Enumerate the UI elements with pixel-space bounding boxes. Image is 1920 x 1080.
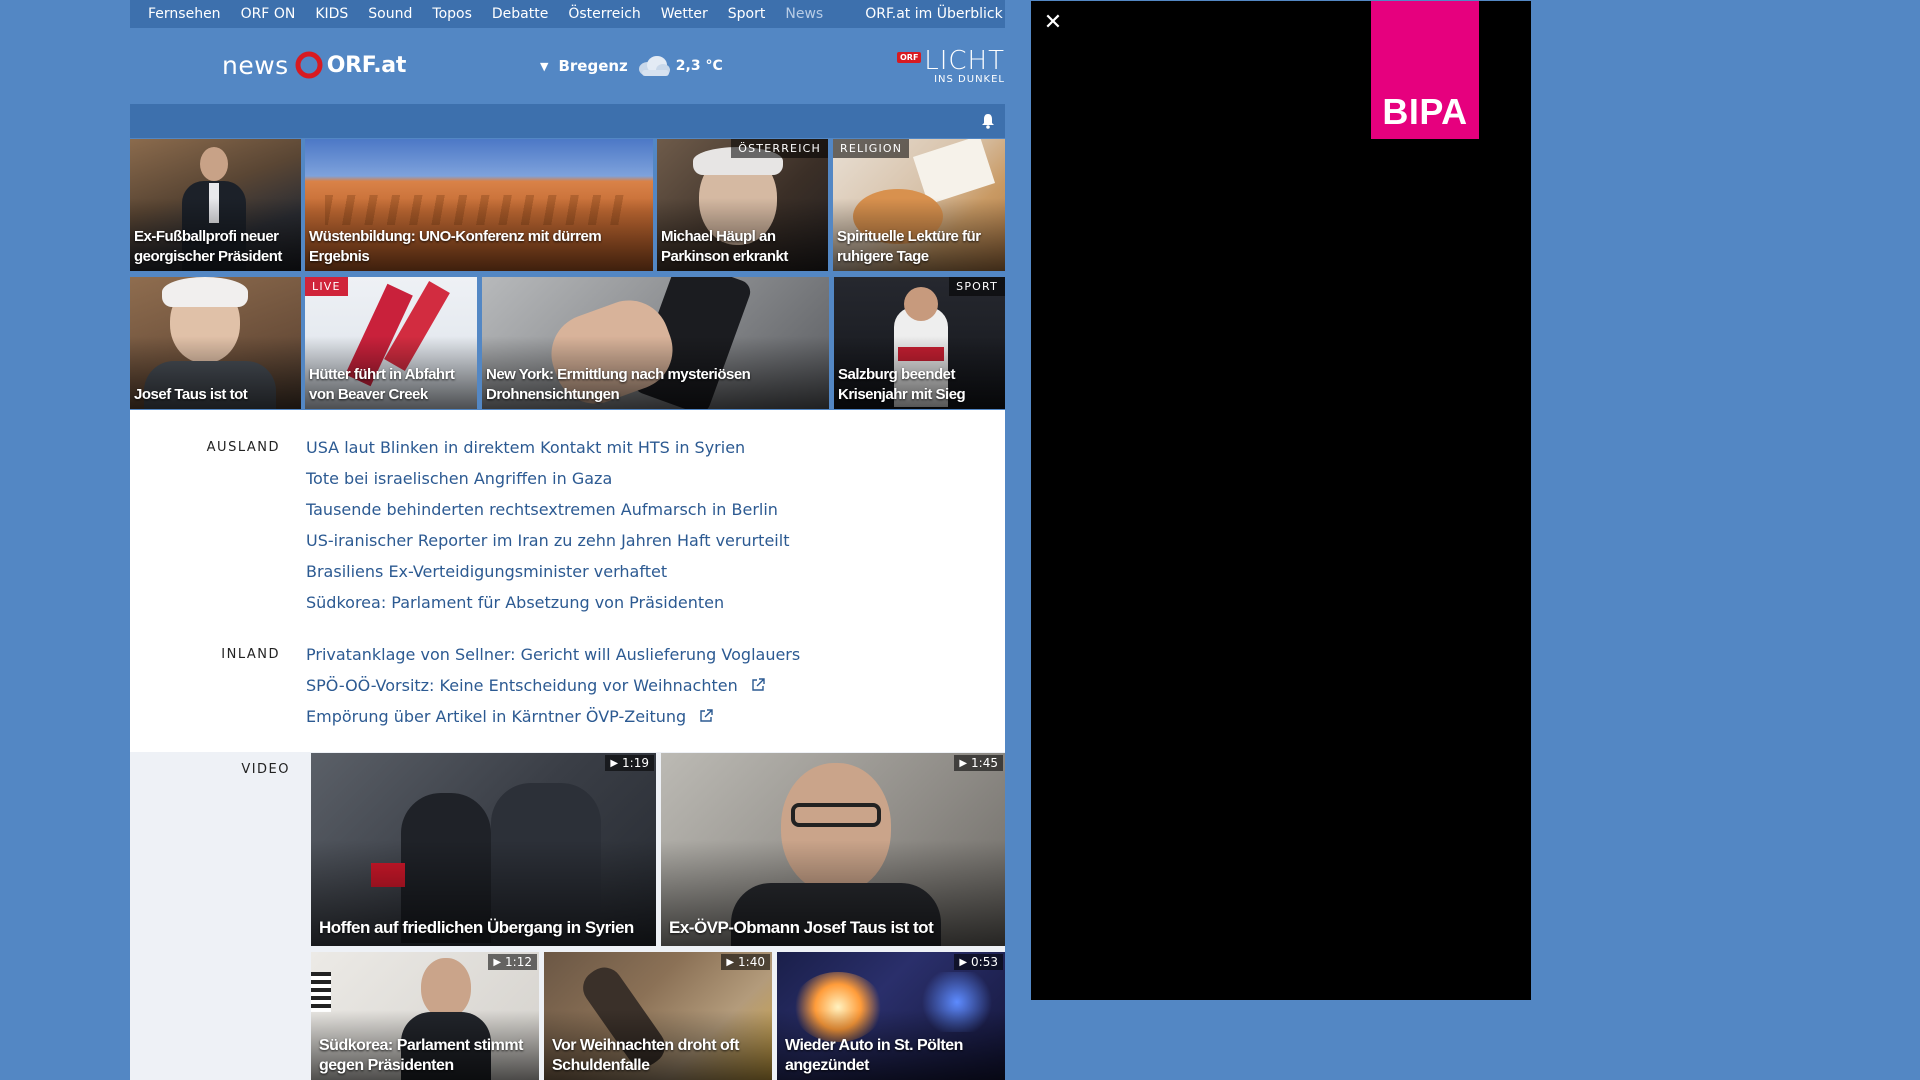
- headlines-panel: AUSLAND USA laut Blinken in direktem Kon…: [130, 410, 1005, 752]
- story-caption: Wüstenbildung: UNO-Konferenz mit dürrem …: [309, 228, 602, 265]
- story-caption: Michael Häupl an Parkinson erkrankt: [661, 228, 788, 265]
- category-badge: RELIGION: [833, 139, 910, 158]
- nav-wetter[interactable]: Wetter: [651, 6, 718, 22]
- story-tile[interactable]: ÖSTERREICH Michael Häupl an Parkinson er…: [657, 139, 828, 271]
- nav-topos[interactable]: Topos: [422, 6, 481, 22]
- story-caption: Hütter führt in Abfahrt von Beaver Creek: [309, 366, 455, 403]
- story-tile[interactable]: Josef Taus ist tot: [130, 277, 301, 409]
- video-caption: Hoffen auf friedlichen Übergang in Syrie…: [319, 918, 634, 937]
- headline-link[interactable]: Empörung über Artikel in Kärntner ÖVP-Ze…: [306, 707, 713, 726]
- close-icon[interactable]: ✕: [1041, 11, 1065, 35]
- orf-badge: ORF: [897, 52, 922, 63]
- external-link-icon: [700, 709, 713, 722]
- video-duration: ▶ 0:53: [954, 954, 1003, 970]
- nav-orf-on[interactable]: ORF ON: [231, 6, 306, 22]
- section-label-ausland: AUSLAND: [206, 440, 280, 455]
- external-link-icon: [752, 678, 765, 691]
- video-tile[interactable]: ▶ 1:45 Ex-ÖVP-Obmann Josef Taus ist tot: [661, 753, 1005, 946]
- video-caption: Südkorea: Parlament stimmt gegen Präside…: [319, 1037, 523, 1074]
- logo-orfat-text: ORF.at: [326, 52, 407, 78]
- headline-text: SPÖ-OÖ-Vorsitz: Keine Entscheidung vor W…: [306, 676, 738, 695]
- play-icon: ▶: [959, 757, 968, 769]
- orf-ring-icon: [295, 51, 323, 79]
- dropdown-triangle-icon: ▼: [540, 59, 549, 73]
- story-tile[interactable]: New York: Ermittlung nach mysteriösen Dr…: [482, 277, 829, 409]
- play-icon: ▶: [610, 757, 619, 769]
- video-tile[interactable]: ▶ 0:53 Wieder Auto in St. Pölten angezünd…: [777, 952, 1005, 1080]
- story-caption: Josef Taus ist tot: [134, 386, 248, 403]
- nav-overview-link[interactable]: ORF.at im Überblick: [855, 6, 1012, 22]
- glasses-shape: [791, 803, 881, 827]
- story-caption: Ex-Fußballprofi neuer georgischer Präsid…: [134, 228, 282, 265]
- story-tile[interactable]: RELIGION Spirituelle Lektüre für ruhiger…: [833, 139, 1005, 271]
- story-tile[interactable]: SPORT Salzburg beendet Krisenjahr mit Si…: [834, 277, 1005, 409]
- video-duration: ▶ 1:19: [605, 755, 654, 771]
- video-tile[interactable]: ▶ 1:40 Vor Weihnachten droht oft Schulden…: [544, 952, 772, 1080]
- category-badge: ÖSTERREICH: [731, 139, 828, 158]
- top-navigation: Fernsehen ORF ON KIDS Sound Topos Debatt…: [130, 0, 1005, 28]
- nav-fernsehen[interactable]: Fernsehen: [130, 6, 231, 22]
- nav-sport[interactable]: Sport: [718, 6, 776, 22]
- video-duration: ▶ 1:12: [488, 954, 537, 970]
- news-orf-logo[interactable]: news ORF.at: [222, 48, 406, 82]
- overlay-advertisement[interactable]: ✕ BIPA: [1031, 1, 1531, 1000]
- weather-city: Bregenz: [558, 57, 628, 75]
- headline-link[interactable]: Brasiliens Ex-Verteidigungsminister verh…: [306, 562, 667, 581]
- story-tile[interactable]: Ex-Fußballprofi neuer georgischer Präsid…: [130, 139, 301, 271]
- play-icon: ▶: [493, 956, 502, 968]
- play-icon: ▶: [726, 956, 735, 968]
- video-tile[interactable]: ▶ 1:12 Südkorea: Parlament stimmt gegen P…: [311, 952, 539, 1080]
- bipa-logo[interactable]: BIPA: [1371, 1, 1479, 139]
- headline-link[interactable]: Tote bei israelischen Angriffen in Gaza: [306, 469, 612, 488]
- headline-text: Empörung über Artikel in Kärntner ÖVP-Ze…: [306, 707, 687, 726]
- story-caption: New York: Ermittlung nach mysteriösen Dr…: [486, 366, 751, 403]
- story-caption: Salzburg beendet Krisenjahr mit Sieg: [838, 366, 966, 403]
- video-caption: Wieder Auto in St. Pölten angezündet: [785, 1037, 963, 1074]
- video-duration: ▶ 1:45: [954, 755, 1003, 771]
- site-header: news ORF.at ▼ Bregenz 2,3 °C ORF LICHT I…: [130, 28, 1005, 104]
- weather-temperature: 2,3 °C: [675, 58, 723, 74]
- live-badge: LIVE: [305, 277, 348, 296]
- section-label-inland: INLAND: [221, 647, 280, 662]
- cloud-icon: [638, 56, 670, 76]
- licht-text: LICHT: [924, 46, 1005, 76]
- headline-link[interactable]: Privatanklage von Sellner: Gericht will …: [306, 645, 800, 664]
- licht-ins-dunkel-logo[interactable]: ORF LICHT INS DUNKEL: [895, 46, 1005, 88]
- content-top-bar: [130, 104, 1005, 138]
- bell-icon[interactable]: [981, 113, 995, 129]
- video-duration: ▶ 1:40: [721, 954, 770, 970]
- story-tile[interactable]: Wüstenbildung: UNO-Konferenz mit dürrem …: [305, 139, 653, 271]
- weather-widget[interactable]: ▼ Bregenz 2,3 °C: [540, 53, 723, 79]
- headline-link[interactable]: Südkorea: Parlament für Absetzung von Pr…: [306, 593, 724, 612]
- logo-news-text: news: [222, 50, 289, 80]
- nav-sound[interactable]: Sound: [358, 6, 422, 22]
- video-caption: Ex-ÖVP-Obmann Josef Taus ist tot: [669, 918, 934, 937]
- video-caption: Vor Weihnachten droht oft Schuldenfalle: [552, 1037, 739, 1074]
- section-label-video: VIDEO: [241, 762, 290, 777]
- nav-oesterreich[interactable]: Österreich: [558, 6, 650, 22]
- ins-dunkel-text: INS DUNKEL: [934, 74, 1005, 85]
- headline-link[interactable]: Tausende behinderten rechtsextremen Aufm…: [306, 500, 778, 519]
- story-tile[interactable]: LIVE Hütter führt in Abfahrt von Beaver …: [305, 277, 477, 409]
- nav-kids[interactable]: KIDS: [305, 6, 358, 22]
- video-tile[interactable]: ▶ 1:19 Hoffen auf friedlichen Übergang in…: [311, 753, 656, 946]
- headline-link[interactable]: USA laut Blinken in direktem Kontakt mit…: [306, 438, 745, 457]
- play-icon: ▶: [959, 956, 968, 968]
- headline-link[interactable]: US-iranischer Reporter im Iran zu zehn J…: [306, 531, 789, 550]
- nav-debatte[interactable]: Debatte: [482, 6, 558, 22]
- story-caption: Spirituelle Lektüre für ruhigere Tage: [837, 228, 981, 265]
- bipa-brand-text: BIPA: [1382, 91, 1468, 132]
- category-badge: SPORT: [949, 277, 1005, 296]
- nav-news[interactable]: News: [775, 6, 833, 22]
- headline-link[interactable]: SPÖ-OÖ-Vorsitz: Keine Entscheidung vor W…: [306, 676, 765, 695]
